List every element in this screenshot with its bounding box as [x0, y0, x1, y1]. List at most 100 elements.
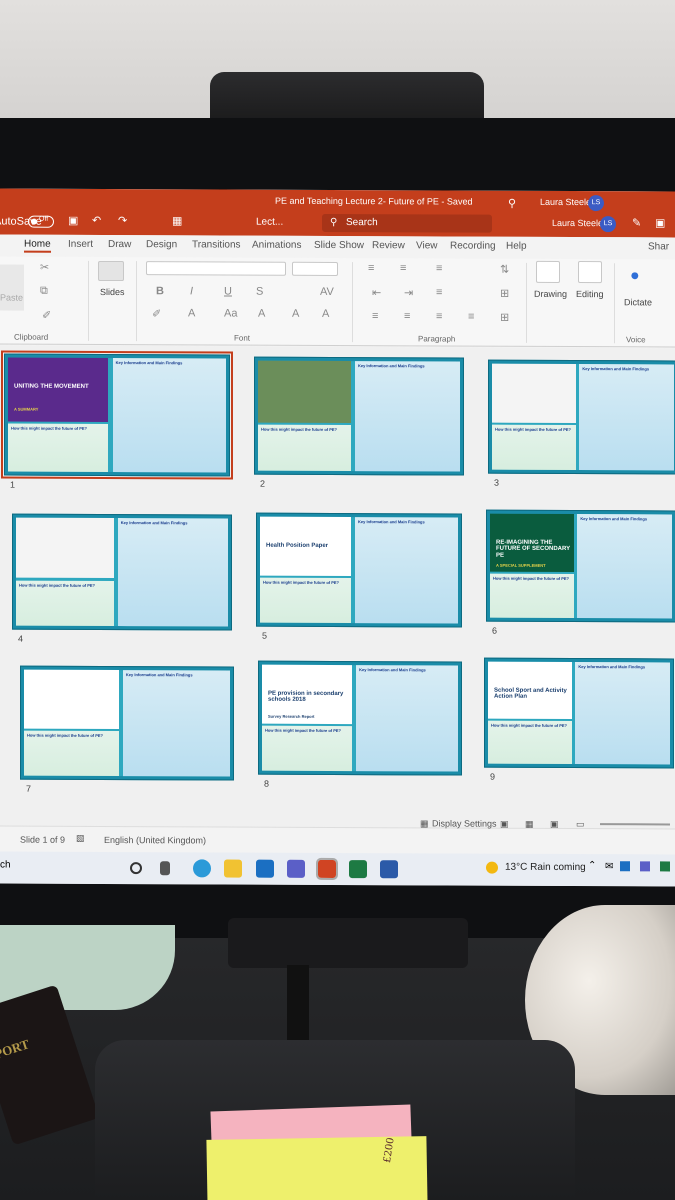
char-spacing-icon[interactable]: AV	[320, 286, 334, 298]
zoom-slider[interactable]	[600, 823, 670, 826]
underline-icon[interactable]: U	[224, 286, 232, 298]
tab-view[interactable]: View	[416, 240, 438, 251]
search-icon[interactable]: ⚲	[508, 197, 516, 210]
excel-icon[interactable]	[349, 860, 367, 879]
slide-thumbnail[interactable]: RE-IMAGINING THE FUTURE OF SECONDARY PE A…	[486, 509, 675, 623]
present-icon[interactable]: ▦	[172, 214, 182, 227]
justify-icon[interactable]: ≡	[468, 311, 474, 323]
align-center-icon[interactable]: ≡	[404, 310, 410, 322]
columns-icon[interactable]: ≡	[436, 286, 442, 298]
tab-recording[interactable]: Recording	[450, 240, 496, 251]
normal-view-icon[interactable]: ▣	[500, 819, 509, 830]
dictate-button[interactable]: Dictate	[624, 297, 652, 307]
slide-thumbnail[interactable]: How this might impact the future of PE? K…	[254, 356, 464, 476]
tab-draw[interactable]: Draw	[108, 239, 131, 250]
key-info-box: Key Information and Main Findings	[112, 358, 226, 473]
redo-icon[interactable]: ↷	[118, 214, 127, 227]
indent-increase-icon[interactable]: ⇥	[404, 286, 413, 299]
language-status[interactable]: English (United Kingdom)	[104, 835, 206, 845]
line-spacing-icon[interactable]: ≡	[436, 262, 442, 274]
teams-icon[interactable]	[287, 859, 305, 878]
tab-insert[interactable]: Insert	[68, 239, 93, 250]
tab-animations[interactable]: Animations	[252, 240, 301, 251]
tab-design[interactable]: Design	[146, 239, 177, 250]
reading-view-icon[interactable]: ▣	[550, 819, 559, 830]
word-icon[interactable]	[380, 860, 398, 879]
tab-slide-show[interactable]: Slide Show	[314, 240, 364, 251]
text-direction-icon[interactable]: ⇅	[500, 263, 509, 276]
tab-home[interactable]: Home	[24, 238, 51, 253]
save-icon[interactable]: ▣	[68, 214, 78, 227]
format-painter-icon[interactable]: ✐	[42, 309, 51, 322]
display-settings[interactable]: Display Settings	[432, 818, 497, 828]
change-case-icon[interactable]: Aa	[224, 308, 237, 320]
align-right-icon[interactable]: ≡	[436, 310, 442, 322]
task-view-icon[interactable]	[160, 861, 170, 876]
drawing-icon[interactable]	[536, 260, 560, 283]
font-name-field[interactable]	[146, 261, 286, 276]
highlight-icon[interactable]: ✐	[152, 307, 161, 320]
slide-thumbnail[interactable]: PE provision in secondary schools 2018 Su…	[258, 660, 462, 776]
start-circle-icon[interactable]	[130, 862, 142, 875]
scissors-icon[interactable]: ✂	[40, 261, 49, 274]
tab-review[interactable]: Review	[372, 240, 405, 251]
impact-heading: How this might impact the future of PE?	[491, 722, 567, 729]
font-size-field[interactable]	[292, 261, 338, 277]
powerpoint-icon[interactable]	[316, 857, 338, 881]
weather-icon[interactable]	[486, 861, 498, 874]
drawing-button[interactable]: Drawing	[534, 289, 567, 299]
notes-icon[interactable]: ▧	[76, 833, 85, 844]
slide-thumbnail[interactable]: Health Position Paper How this might impa…	[256, 512, 462, 628]
slide-thumbnail[interactable]: How this might impact the future of PE? K…	[488, 359, 675, 475]
decrease-font-icon[interactable]: A	[292, 308, 299, 320]
font-color-icon[interactable]: A	[188, 307, 195, 319]
slide-number: 1	[10, 479, 16, 490]
avatar-top[interactable]: LS	[588, 195, 604, 212]
italic-icon[interactable]: I	[190, 285, 193, 297]
edge-icon[interactable]	[193, 859, 211, 878]
slide-thumbnail[interactable]: How this might impact the future of PE? K…	[20, 665, 234, 781]
weather-text[interactable]: 13°C Rain coming	[505, 862, 586, 873]
slide-thumbnail[interactable]: How this might impact the future of PE? K…	[12, 513, 232, 631]
outlook-icon[interactable]	[256, 859, 274, 878]
indent-decrease-icon[interactable]: ⇤	[372, 286, 381, 299]
copy-icon[interactable]: ⧉	[40, 285, 48, 298]
increase-font-icon[interactable]: A	[258, 308, 265, 320]
tray-chevron-icon[interactable]: ⌃	[588, 860, 596, 871]
strikethrough-icon[interactable]: S	[256, 286, 263, 298]
share-button[interactable]: Shar	[648, 241, 669, 252]
bullets-icon[interactable]: ≡	[368, 262, 374, 274]
search-input[interactable]: ⚲ Search	[322, 213, 492, 233]
clear-format-icon[interactable]: A	[322, 308, 329, 320]
display-settings-icon[interactable]: ▦	[420, 818, 429, 829]
tray-onedrive-icon[interactable]	[620, 861, 630, 872]
bold-icon[interactable]: B	[156, 285, 164, 297]
tray-wifi-icon[interactable]	[660, 861, 670, 872]
pen-icon[interactable]: ✎	[632, 216, 641, 229]
doc-dropdown[interactable]: Lect...	[256, 217, 283, 228]
align-left-icon[interactable]: ≡	[372, 310, 378, 322]
tab-help[interactable]: Help	[506, 241, 527, 252]
microphone-icon[interactable]: ●	[630, 267, 640, 285]
slide-number: 3	[494, 477, 500, 488]
slideshow-view-icon[interactable]: ▭	[576, 819, 585, 830]
numbering-icon[interactable]: ≡	[400, 262, 406, 274]
sorter-view-icon[interactable]: ▦	[525, 819, 534, 830]
tab-transitions[interactable]: Transitions	[192, 239, 241, 250]
window-icon[interactable]: ▣	[655, 216, 665, 229]
editing-icon[interactable]	[578, 261, 602, 284]
avatar[interactable]: LS	[600, 216, 616, 233]
smartart-icon[interactable]: ⊞	[500, 311, 509, 324]
slide-thumbnail[interactable]: School Sport and Activity Action Plan How…	[484, 657, 674, 769]
tray-mail-icon[interactable]: ✉	[605, 861, 613, 872]
taskbar-search-text[interactable]: ch	[0, 860, 11, 871]
tray-teams-icon[interactable]	[640, 861, 650, 872]
editing-button[interactable]: Editing	[576, 289, 604, 299]
slide-thumbnail[interactable]: UNITING THE MOVEMENT A SUMMARY How this mi…	[1, 350, 233, 480]
file-explorer-icon[interactable]	[224, 859, 242, 878]
paste-button[interactable]	[0, 264, 24, 311]
undo-icon[interactable]: ↶	[92, 214, 101, 227]
slides-button[interactable]: Slides	[100, 287, 125, 297]
new-slide-icon[interactable]	[98, 260, 124, 282]
align-text-icon[interactable]: ⊞	[500, 287, 509, 300]
